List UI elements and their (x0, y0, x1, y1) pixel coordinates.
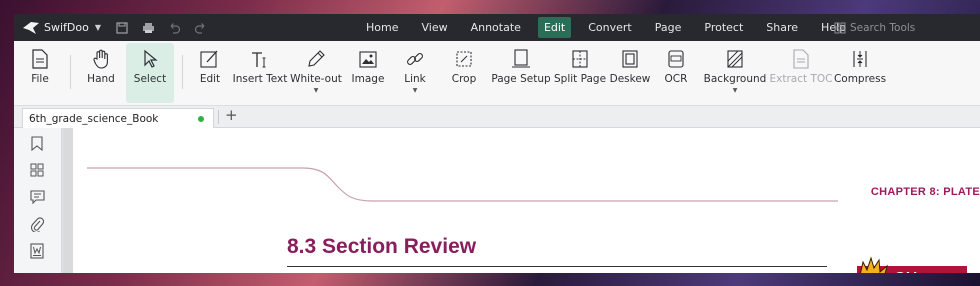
signature-icon[interactable] (28, 242, 46, 260)
menu-home[interactable]: Home (360, 17, 404, 38)
edit-button[interactable]: Edit (192, 43, 228, 103)
chapter-header-line (87, 167, 838, 202)
page-setup-button[interactable]: Page Setup (491, 43, 551, 103)
attachment-icon[interactable] (28, 215, 46, 233)
bookmark-icon[interactable] (28, 134, 46, 152)
background-chevron-down-icon[interactable]: ▼ (733, 87, 738, 94)
app-menu-chevron-down-icon[interactable]: ▼ (95, 23, 101, 32)
image-icon (358, 43, 378, 69)
edit-icon (200, 43, 220, 69)
page-setup-icon (511, 43, 531, 69)
document-tab-label: 6th_grade_science_Book (29, 112, 159, 125)
link-button[interactable]: Link ▼ (398, 43, 432, 103)
link-chevron-down-icon[interactable]: ▼ (413, 87, 418, 94)
page-setup-label: Page Setup (491, 73, 551, 85)
insert-text-button[interactable]: Insert Text (232, 43, 288, 103)
section-rule (287, 266, 827, 267)
app-name[interactable]: SwifDoo (44, 21, 89, 34)
menu-share[interactable]: Share (760, 17, 804, 38)
comment-icon[interactable] (28, 188, 46, 206)
ocr-icon (666, 43, 686, 69)
chapter-badge: CH (847, 254, 967, 273)
compress-label: Compress (833, 73, 887, 85)
chapter-badge-text: CH (893, 270, 917, 273)
select-button[interactable]: Select (126, 43, 174, 103)
background-icon (725, 43, 745, 69)
image-label: Image (351, 73, 385, 85)
left-sidebar (14, 128, 62, 273)
compress-button[interactable]: Compress (834, 43, 886, 103)
menu-annotate[interactable]: Annotate (465, 17, 527, 38)
menu-protect[interactable]: Protect (698, 17, 749, 38)
white-out-label: White-out (290, 73, 342, 85)
crop-label: Crop (451, 73, 477, 85)
split-page-icon (570, 43, 590, 69)
select-label: Select (133, 73, 167, 85)
edit-ribbon: File Hand Select Edit Insert Text White-… (14, 41, 980, 106)
main-menu: Home View Annotate Edit Convert Page Pro… (360, 14, 863, 41)
background-label: Background (703, 73, 767, 85)
extract-toc-button: Extract TOC (769, 43, 833, 103)
undo-icon[interactable] (167, 21, 181, 35)
ocr-button[interactable]: OCR (660, 43, 692, 103)
section-title: 8.3 Section Review (287, 235, 477, 258)
chapter-header: CHAPTER 8: PLATE (870, 186, 980, 198)
link-label: Link (404, 73, 426, 85)
workspace: CHAPTER 8: PLATE 8.3 Section Review CH (14, 128, 980, 273)
desktop-wallpaper-bottom (0, 273, 980, 286)
extract-toc-icon (791, 43, 811, 69)
split-page-button[interactable]: Split Page (554, 43, 606, 103)
hand-icon (91, 43, 111, 69)
pdf-page[interactable]: CHAPTER 8: PLATE 8.3 Section Review CH (63, 128, 980, 273)
hand-button[interactable]: Hand (80, 43, 122, 103)
menu-edit[interactable]: Edit (537, 17, 572, 38)
document-tab-bar: 6th_grade_science_Book + (14, 106, 980, 128)
menu-view[interactable]: View (415, 17, 453, 38)
document-status-dot (198, 116, 204, 122)
edit-label: Edit (199, 73, 221, 85)
thumbnails-icon[interactable] (28, 161, 46, 179)
insert-text-label: Insert Text (232, 73, 288, 85)
save-icon[interactable] (115, 21, 129, 35)
app-window: SwifDoo ▼ Home View Annotate Edit Conver… (14, 14, 980, 273)
crop-button[interactable]: Crop (446, 43, 482, 103)
white-out-button[interactable]: White-out ▼ (290, 43, 342, 103)
menu-convert[interactable]: Convert (582, 17, 638, 38)
insert-text-icon (250, 43, 270, 69)
deskew-icon (620, 43, 640, 69)
link-icon (405, 43, 425, 69)
file-label: File (31, 73, 49, 85)
white-out-chevron-down-icon[interactable]: ▼ (314, 87, 319, 94)
print-icon[interactable] (141, 21, 155, 35)
swifdoo-logo-icon (22, 21, 40, 35)
ribbon-divider (70, 55, 71, 89)
redo-icon[interactable] (193, 21, 207, 35)
whiteout-icon (306, 43, 326, 69)
tab-divider (218, 110, 219, 124)
ribbon-divider (182, 55, 183, 89)
crop-icon (454, 43, 474, 69)
document-tab[interactable]: 6th_grade_science_Book (22, 108, 214, 128)
cursor-icon (142, 43, 158, 69)
deskew-label: Deskew (609, 73, 651, 85)
title-bar: SwifDoo ▼ Home View Annotate Edit Conver… (14, 14, 980, 41)
split-page-label: Split Page (553, 73, 607, 85)
menu-page[interactable]: Page (649, 17, 688, 38)
add-tab-button[interactable]: + (225, 106, 238, 124)
deskew-button[interactable]: Deskew (610, 43, 650, 103)
hand-label: Hand (87, 73, 115, 85)
search-tools-placeholder: Search Tools (850, 22, 916, 34)
file-button[interactable]: File (20, 43, 60, 103)
compress-icon (850, 43, 870, 69)
file-icon (32, 43, 48, 69)
ocr-label: OCR (664, 73, 688, 85)
image-button[interactable]: Image (348, 43, 388, 103)
search-tools-icon (834, 22, 846, 34)
extract-toc-label: Extract TOC (769, 73, 833, 85)
search-tools-input[interactable]: Search Tools (834, 19, 954, 37)
background-button[interactable]: Background ▼ (704, 43, 766, 103)
